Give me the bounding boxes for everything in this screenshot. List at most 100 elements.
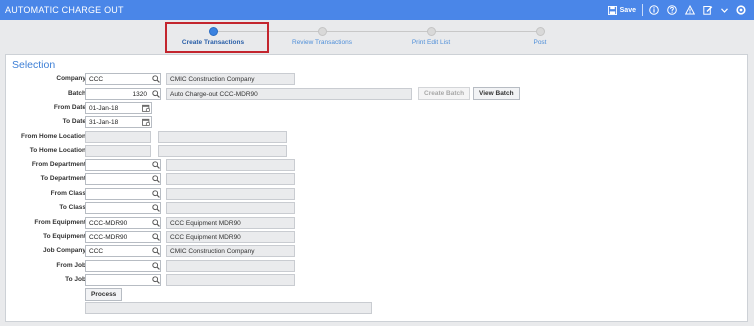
step-dot bbox=[536, 27, 545, 36]
step-dot bbox=[318, 27, 327, 36]
from-date-label: From Date bbox=[53, 104, 86, 111]
create-batch-button[interactable]: Create Batch bbox=[418, 87, 471, 100]
search-icon[interactable] bbox=[152, 204, 160, 212]
more-menu-button[interactable] bbox=[717, 3, 732, 17]
save-button[interactable]: Save bbox=[604, 3, 640, 17]
job-company-row: Job Company CCC CMIC Construction Compan… bbox=[6, 245, 746, 257]
search-icon[interactable] bbox=[152, 247, 160, 255]
to-department-description bbox=[166, 173, 295, 185]
search-icon[interactable] bbox=[152, 161, 160, 169]
section-title: Selection bbox=[12, 59, 56, 71]
save-icon bbox=[607, 5, 617, 15]
company-input[interactable]: CCC bbox=[85, 73, 161, 85]
step-print-edit-list[interactable]: Print Edit List bbox=[371, 20, 491, 50]
to-class-label: To Class bbox=[59, 204, 86, 211]
view-batch-button[interactable]: View Batch bbox=[473, 87, 520, 100]
from-class-label: From Class bbox=[50, 190, 86, 197]
from-department-input[interactable] bbox=[85, 159, 161, 171]
from-class-row: From Class bbox=[6, 188, 746, 200]
help-button[interactable] bbox=[663, 3, 681, 17]
from-department-label: From Department bbox=[31, 161, 86, 168]
process-stepper: Create Transactions Review Transactions … bbox=[0, 20, 754, 50]
batch-input[interactable]: 1320 bbox=[85, 88, 161, 100]
from-home-location-label: From Home Location bbox=[20, 133, 86, 140]
calendar-icon[interactable] bbox=[142, 104, 150, 112]
dropdown-icon bbox=[721, 7, 728, 13]
step-label: Print Edit List bbox=[411, 39, 451, 46]
search-icon[interactable] bbox=[152, 262, 160, 270]
active-step-highlight bbox=[165, 22, 269, 53]
help-icon bbox=[667, 5, 677, 15]
to-class-row: To Class bbox=[6, 202, 746, 214]
status-row bbox=[6, 302, 746, 314]
edit-icon bbox=[703, 6, 713, 15]
step-dot bbox=[427, 27, 436, 36]
from-department-description bbox=[166, 159, 295, 171]
step-label: Review Transactions bbox=[292, 39, 352, 46]
step-review-transactions[interactable]: Review Transactions bbox=[262, 20, 382, 50]
to-job-description bbox=[166, 274, 295, 286]
search-icon[interactable] bbox=[152, 190, 160, 198]
info-icon bbox=[649, 5, 659, 15]
batch-label: Batch bbox=[67, 90, 86, 97]
from-home-location-description bbox=[158, 131, 287, 143]
to-job-label: To Job bbox=[65, 276, 86, 283]
app-title: AUTOMATIC CHARGE OUT bbox=[5, 5, 124, 15]
batch-row: Batch 1320 Auto Charge-out CCC-MDR90 Cre… bbox=[6, 87, 746, 100]
to-class-description bbox=[166, 202, 295, 214]
company-row: Company CCC CMIC Construction Company bbox=[6, 73, 746, 85]
from-equipment-input[interactable]: CCC-MDR90 bbox=[85, 217, 161, 229]
from-job-label: From Job bbox=[56, 262, 86, 269]
job-company-description: CMIC Construction Company bbox=[166, 245, 295, 257]
from-date-row: From Date 01-Jan-18 bbox=[6, 102, 746, 114]
to-department-input[interactable] bbox=[85, 173, 161, 185]
from-equipment-label: From Equipment bbox=[34, 219, 86, 226]
edit-button[interactable] bbox=[699, 3, 717, 17]
from-job-input[interactable] bbox=[85, 260, 161, 272]
to-equipment-description: CCC Equipment MDR90 bbox=[166, 231, 295, 243]
to-equipment-input[interactable]: CCC-MDR90 bbox=[85, 231, 161, 243]
settings-icon bbox=[736, 5, 746, 15]
from-class-input[interactable] bbox=[85, 188, 161, 200]
selection-panel: Selection Company CCC CMIC Construction … bbox=[5, 54, 748, 322]
search-icon[interactable] bbox=[152, 90, 160, 98]
to-department-row: To Department bbox=[6, 173, 746, 185]
to-job-input[interactable] bbox=[85, 274, 161, 286]
from-home-location-row: From Home Location bbox=[6, 131, 746, 143]
from-job-row: From Job bbox=[6, 260, 746, 272]
toolbar-divider bbox=[642, 4, 643, 16]
from-home-location-input bbox=[85, 131, 151, 143]
from-department-row: From Department bbox=[6, 159, 746, 171]
to-equipment-row: To Equipment CCC-MDR90 CCC Equipment MDR… bbox=[6, 231, 746, 243]
process-row: Process bbox=[6, 288, 746, 301]
info-button[interactable] bbox=[645, 3, 663, 17]
from-class-description bbox=[166, 188, 295, 200]
settings-button[interactable] bbox=[732, 3, 750, 17]
from-equipment-row: From Equipment CCC-MDR90 CCC Equipment M… bbox=[6, 217, 746, 229]
job-company-input[interactable]: CCC bbox=[85, 245, 161, 257]
to-home-location-row: To Home Location bbox=[6, 145, 746, 157]
to-home-location-input bbox=[85, 145, 151, 157]
to-job-row: To Job bbox=[6, 274, 746, 286]
to-equipment-label: To Equipment bbox=[43, 233, 86, 240]
to-date-label: To Date bbox=[62, 118, 86, 125]
to-class-input[interactable] bbox=[85, 202, 161, 214]
company-label: Company bbox=[56, 75, 86, 82]
to-department-label: To Department bbox=[40, 175, 86, 182]
search-icon[interactable] bbox=[152, 276, 160, 284]
warning-icon bbox=[685, 5, 695, 15]
calendar-icon[interactable] bbox=[142, 118, 150, 126]
process-button[interactable]: Process bbox=[85, 288, 123, 301]
job-company-label: Job Company bbox=[43, 247, 86, 254]
search-icon[interactable] bbox=[152, 219, 160, 227]
step-post[interactable]: Post bbox=[480, 20, 600, 50]
warning-button[interactable] bbox=[681, 3, 699, 17]
batch-description: Auto Charge-out CCC-MDR90 bbox=[166, 88, 412, 100]
app-header: AUTOMATIC CHARGE OUT Save bbox=[0, 0, 754, 20]
search-icon[interactable] bbox=[152, 233, 160, 241]
search-icon[interactable] bbox=[152, 75, 160, 83]
search-icon[interactable] bbox=[152, 175, 160, 183]
process-status-field bbox=[85, 302, 372, 314]
to-home-location-label: To Home Location bbox=[29, 147, 86, 154]
company-description: CMIC Construction Company bbox=[166, 73, 295, 85]
